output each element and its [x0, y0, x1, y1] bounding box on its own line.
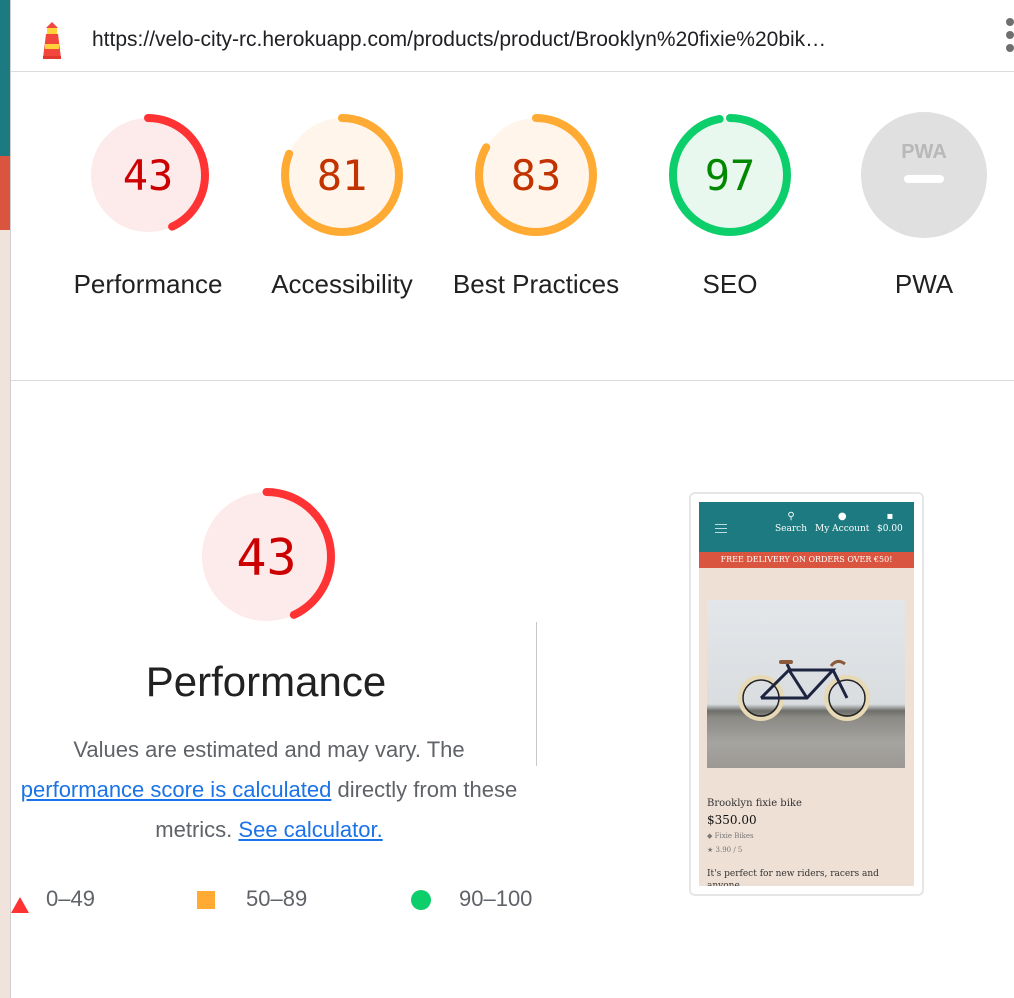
legend-fail-range: 0–49 [46, 886, 95, 911]
bag-icon: ▪ [886, 511, 894, 522]
background-page-strip [0, 0, 11, 998]
search-icon: ⚲ [787, 511, 795, 522]
accessibility-gauge-icon: 81 [281, 114, 403, 236]
legend-pass-range: 90–100 [459, 886, 533, 911]
average-square-icon [197, 891, 215, 909]
seo-gauge-icon: 97 [669, 114, 791, 236]
menu-icon [715, 524, 727, 536]
best-practices-gauge-icon: 83 [475, 114, 597, 236]
category-gauges: 43 Performance 81 Accessibility 83 Best Pract… [11, 72, 1014, 381]
performance-section: 43 Performance Values are estimated and … [11, 382, 1014, 998]
gauge-accessibility[interactable]: 81 Accessibility [252, 110, 432, 304]
fail-triangle-icon [11, 897, 29, 913]
final-screenshot[interactable]: ⚲ Search ● My Account ▪ $0.00 FREE DELIV… [689, 492, 924, 896]
lighthouse-icon [43, 22, 61, 59]
gauge-label: Best Practices [452, 269, 620, 299]
gauge-label: PWA [894, 269, 954, 299]
score-legend: 0–49 50–89 90–100 [11, 882, 541, 916]
best-practices-gauge-score: 83 [511, 151, 562, 200]
performance-description: Values are estimated and may vary. The p… [20, 737, 518, 842]
more-options-icon[interactable] [1003, 18, 1014, 58]
pass-circle-icon [411, 890, 431, 910]
site-navbar: ⚲ Search ● My Account ▪ $0.00 [699, 502, 914, 552]
bike-photo [707, 600, 905, 768]
gauge-pwa[interactable]: PWA PWA [834, 110, 1014, 304]
gauge-performance[interactable]: 43 Performance [58, 110, 238, 304]
performance-gauge-score: 43 [123, 151, 174, 200]
legend-average-range: 50–89 [246, 886, 308, 911]
gauge-label: Performance [73, 269, 223, 299]
performance-title: Performance [145, 658, 387, 705]
tag-icon: ◆ [707, 832, 715, 840]
product-category: ◆ Fixie Bikes [707, 832, 754, 840]
score-calculated-link[interactable]: performance score is calculated [21, 777, 332, 802]
see-calculator-link[interactable]: See calculator. [238, 817, 382, 842]
promo-banner: FREE DELIVERY ON ORDERS OVER €50! [699, 552, 914, 568]
gauge-best-practices[interactable]: 83 Best Practices [446, 110, 626, 304]
gauge-seo[interactable]: 97 SEO [640, 110, 820, 304]
gauge-label: SEO [702, 269, 758, 299]
product-description: It's perfect for new riders, racers and … [707, 869, 879, 886]
pwa-dash-icon [904, 175, 944, 183]
product-title: Brooklyn fixie bike [707, 798, 802, 809]
pwa-gauge-icon: PWA [861, 112, 987, 238]
pwa-badge-text: PWA [901, 141, 947, 163]
product-price: $350.00 [707, 813, 757, 827]
product-rating: ★ 3.90 / 5 [707, 846, 743, 854]
performance-large-gauge-score: 43 [236, 529, 296, 587]
report-url: https://velo-city-rc.herokuapp.com/produ… [92, 28, 827, 51]
performance-gauge-icon: 43 [87, 114, 209, 236]
report-topbar: https://velo-city-rc.herokuapp.com/produ… [11, 0, 1014, 72]
divider [536, 622, 537, 766]
accessibility-gauge-score: 81 [317, 151, 368, 200]
performance-gauge-large: 43 [198, 488, 335, 625]
gauge-label: Accessibility [271, 269, 413, 299]
user-icon: ● [837, 511, 847, 522]
star-icon: ★ [707, 846, 716, 854]
seo-gauge-score: 97 [705, 151, 756, 200]
